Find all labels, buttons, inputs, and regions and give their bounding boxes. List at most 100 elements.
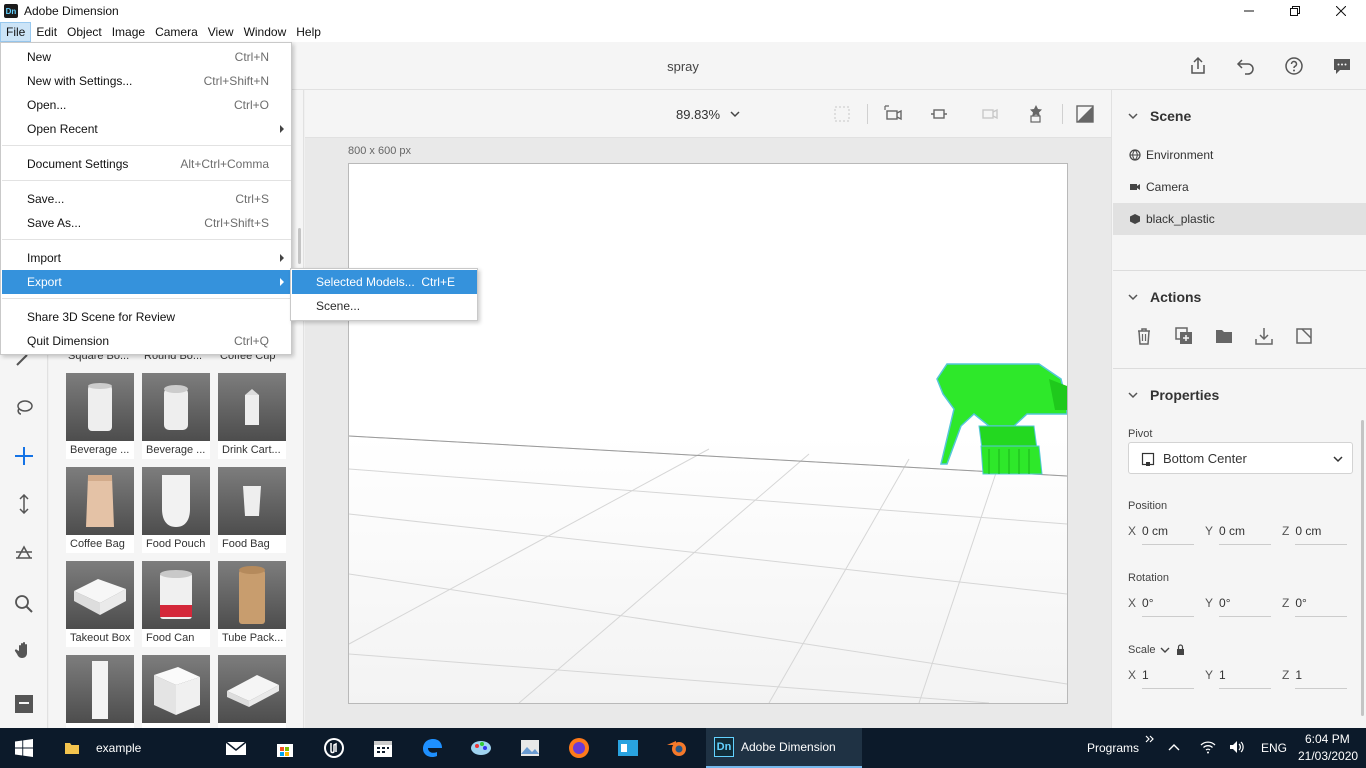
taskbar-app[interactable]	[608, 728, 648, 768]
taskbar-store[interactable]	[265, 728, 305, 768]
restore-button[interactable]	[1272, 0, 1318, 22]
chevron-down-icon[interactable]	[1128, 111, 1138, 121]
render-preview-icon[interactable]	[1026, 104, 1046, 124]
menu-edit[interactable]: Edit	[31, 22, 62, 42]
taskbar-calendar[interactable]	[363, 728, 403, 768]
asset-food-pouch[interactable]: Food Pouch	[142, 467, 210, 553]
camera-bookmark-icon[interactable]	[929, 104, 949, 124]
export-selected-icon[interactable]	[1294, 326, 1314, 346]
zoom-icon[interactable]	[14, 594, 34, 614]
scale-z-field[interactable]: Z1	[1282, 668, 1348, 689]
menu-help[interactable]: Help	[291, 22, 326, 42]
language-indicator[interactable]: ENG	[1261, 741, 1287, 755]
rotation-y-field[interactable]: Y 0°	[1205, 596, 1272, 617]
speaker-icon[interactable]	[1229, 740, 1245, 754]
asset-drink-carton[interactable]: Drink Cart...	[218, 373, 286, 459]
menu-item-new-with-settings[interactable]: New with Settings... Ctrl+Shift+N	[2, 69, 291, 93]
camera-frame-icon[interactable]	[883, 104, 903, 124]
assets-panel-icon[interactable]	[14, 694, 34, 714]
scale-y-field[interactable]: Y1	[1205, 668, 1272, 689]
close-button[interactable]	[1318, 0, 1364, 22]
trash-icon[interactable]	[1134, 326, 1154, 346]
asset-tube-package[interactable]: Tube Pack...	[218, 561, 286, 647]
rotation-x-field[interactable]: X 0°	[1128, 596, 1195, 617]
start-button[interactable]	[0, 728, 48, 768]
asset-beverage-can-2[interactable]: Beverage ...	[142, 373, 210, 459]
programs-toolbar-label[interactable]: Programs	[1087, 741, 1139, 755]
chevron-down-icon[interactable]	[1160, 646, 1170, 654]
asset-cube-box[interactable]	[142, 655, 210, 728]
taskbar-unreal[interactable]	[314, 728, 354, 768]
rotation-z-value[interactable]: 0°	[1295, 596, 1348, 617]
frame-selection-icon[interactable]	[832, 104, 852, 124]
taskbar-firefox[interactable]	[559, 728, 599, 768]
scale-x-value[interactable]: 1	[1142, 668, 1195, 689]
drop-to-ground-icon[interactable]	[14, 494, 34, 514]
rotation-x-value[interactable]: 0°	[1142, 596, 1195, 617]
menu-item-save-as[interactable]: Save As... Ctrl+Shift+S	[2, 211, 291, 235]
chevron-down-icon[interactable]	[1128, 390, 1138, 400]
lock-icon[interactable]	[1176, 644, 1185, 655]
position-y-field[interactable]: Y 0 cm	[1205, 524, 1272, 545]
help-icon[interactable]	[1284, 56, 1304, 76]
menu-item-new[interactable]: New Ctrl+N	[2, 45, 291, 69]
asset-takeout-box[interactable]: Takeout Box	[66, 561, 134, 647]
menu-item-share-3d-scene[interactable]: Share 3D Scene for Review	[2, 305, 291, 329]
position-x-field[interactable]: X 0 cm	[1128, 524, 1195, 545]
feedback-icon[interactable]	[1332, 56, 1352, 76]
chevron-double-right-icon[interactable]	[1145, 734, 1155, 744]
assets-scrollbar[interactable]	[298, 228, 301, 264]
menu-image[interactable]: Image	[107, 22, 150, 42]
clock-time[interactable]: 6:04 PM	[1305, 732, 1350, 746]
taskbar-adobe-dimension[interactable]: Dn Adobe Dimension	[706, 728, 862, 768]
rotation-z-field[interactable]: Z 0°	[1282, 596, 1348, 617]
position-y-value[interactable]: 0 cm	[1219, 524, 1272, 545]
properties-scrollbar[interactable]	[1361, 420, 1364, 716]
position-z-value[interactable]: 0 cm	[1295, 524, 1348, 545]
asset-flat-box[interactable]	[218, 655, 286, 728]
zoom-level[interactable]: 89.83%	[676, 107, 720, 122]
taskbar-paint[interactable]	[461, 728, 501, 768]
asset-coffee-bag[interactable]: Coffee Bag	[66, 467, 134, 553]
menu-camera[interactable]: Camera	[150, 22, 203, 42]
menu-item-quit[interactable]: Quit Dimension Ctrl+Q	[2, 329, 291, 353]
orbit-camera-icon[interactable]	[14, 542, 34, 562]
taskbar-mail[interactable]	[216, 728, 256, 768]
position-x-value[interactable]: 0 cm	[1142, 524, 1195, 545]
minimize-button[interactable]	[1226, 0, 1272, 22]
menu-view[interactable]: View	[203, 22, 239, 42]
scene-item-camera[interactable]: Camera	[1113, 171, 1366, 203]
menu-window[interactable]: Window	[239, 22, 292, 42]
menu-item-open[interactable]: Open... Ctrl+O	[2, 93, 291, 117]
folder-icon[interactable]	[1214, 326, 1234, 346]
scene-item-black-plastic[interactable]: black_plastic	[1113, 203, 1366, 235]
asset-food-can[interactable]: Food Can	[142, 561, 210, 647]
scale-z-value[interactable]: 1	[1295, 668, 1348, 689]
hand-pan-icon[interactable]	[14, 640, 34, 660]
move-icon[interactable]	[14, 446, 34, 466]
render-mode-icon[interactable]	[1075, 104, 1095, 124]
asset-food-bag[interactable]: Food Bag	[218, 467, 286, 553]
position-z-field[interactable]: Z 0 cm	[1282, 524, 1348, 545]
scale-x-field[interactable]: X1	[1128, 668, 1195, 689]
3d-viewport[interactable]	[348, 163, 1068, 704]
lasso-icon[interactable]	[14, 398, 34, 418]
menu-item-save[interactable]: Save... Ctrl+S	[2, 187, 291, 211]
scene-item-environment[interactable]: Environment	[1113, 139, 1366, 171]
menu-object[interactable]: Object	[62, 22, 107, 42]
chevron-down-icon[interactable]	[1128, 292, 1138, 302]
menu-item-document-settings[interactable]: Document Settings Alt+Ctrl+Comma	[2, 152, 291, 176]
menu-file[interactable]: File	[0, 22, 32, 42]
taskbar-blender[interactable]	[657, 728, 697, 768]
menu-item-import[interactable]: Import	[2, 246, 291, 270]
asset-tall-box[interactable]	[66, 655, 134, 728]
camera-settings-icon[interactable]	[979, 104, 999, 124]
place-on-ground-icon[interactable]	[1254, 326, 1274, 346]
clock-date[interactable]: 21/03/2020	[1298, 749, 1358, 763]
menu-item-export-selected-models[interactable]: Selected Models... Ctrl+E	[292, 270, 477, 294]
scale-y-value[interactable]: 1	[1219, 668, 1272, 689]
duplicate-icon[interactable]	[1174, 326, 1194, 346]
wifi-icon[interactable]	[1200, 740, 1216, 754]
menu-item-export-scene[interactable]: Scene...	[292, 294, 477, 318]
share-icon[interactable]	[1188, 56, 1208, 76]
